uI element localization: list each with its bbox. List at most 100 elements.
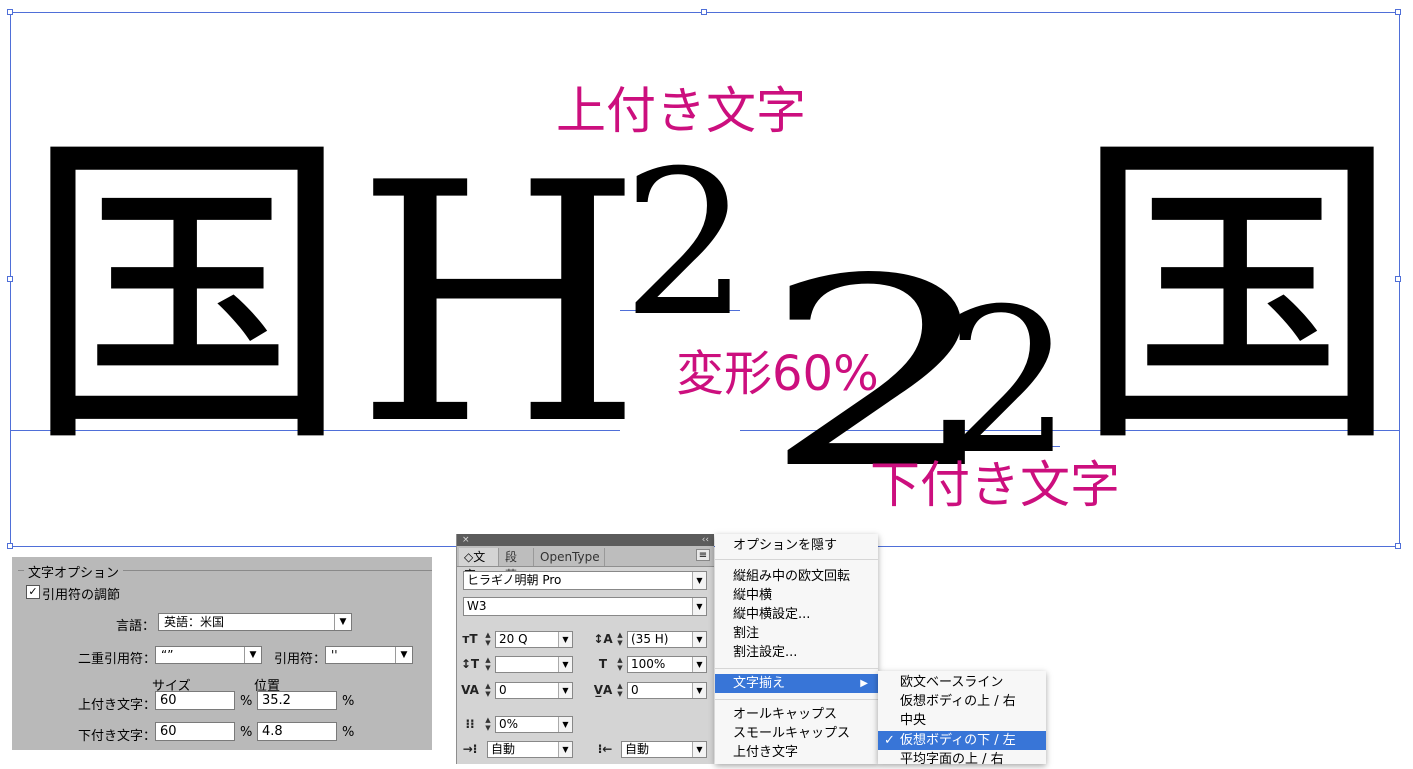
menu-item-warichu-settings[interactable]: 割注設定... — [715, 643, 878, 662]
language-select[interactable]: 英語：米国 ▼ — [158, 613, 352, 631]
single-quote-value: '' — [331, 648, 338, 662]
close-icon[interactable]: × — [462, 534, 470, 546]
double-quote-value: “” — [161, 648, 174, 662]
chevron-down-icon: ▼ — [558, 742, 572, 757]
glyph-kanji-right: 国 — [1072, 103, 1402, 487]
tracking-icon: V̲A — [593, 683, 613, 697]
menu-item-label: 文字揃え — [733, 676, 786, 691]
menu-separator — [715, 699, 878, 700]
chevron-down-icon: ▼ — [692, 742, 706, 757]
panel-menu-button[interactable]: ≡ — [696, 549, 710, 561]
chevron-down-icon: ▼ — [692, 632, 706, 647]
subscript-size-field[interactable]: 60 — [155, 722, 235, 741]
superscript-size-field[interactable]: 60 — [155, 691, 235, 710]
panel-title-bar[interactable]: × ‹‹ — [457, 534, 714, 546]
kerning-value: 0 — [499, 683, 507, 697]
menu-item-warichu[interactable]: 割注 — [715, 624, 878, 643]
resize-handle-middle-left[interactable] — [7, 276, 13, 282]
horizontal-scale-field[interactable]: 100% ▼ — [627, 656, 707, 673]
submenu-item-em-box-top-right[interactable]: 仮想ボディの上 / 右 — [878, 692, 1046, 711]
tsume-icon: ⁝⁝ — [465, 717, 475, 731]
resize-handle-top-center[interactable] — [701, 9, 707, 15]
resize-handle-bottom-right[interactable] — [1395, 543, 1401, 549]
character-options-dialog: 文字オプション ✓ 引用符の調節 言語： 英語：米国 ▼ 二重引用符： “” ▼… — [12, 557, 432, 750]
menu-separator — [715, 559, 878, 560]
percent-sign: % — [342, 725, 355, 740]
tsume-value: 0% — [499, 717, 519, 731]
submenu-item-center[interactable]: 中央 — [878, 711, 1046, 730]
font-size-value: 20 Q — [499, 632, 528, 646]
menu-item-tate-chu-yoko[interactable]: 縦中横 — [715, 586, 878, 605]
tsume-field[interactable]: 0% ▼ — [495, 716, 573, 733]
kerning-stepper[interactable]: ▲ ▼ — [483, 682, 493, 698]
subscript-label: 下付き文字： — [78, 729, 157, 744]
percent-sign: % — [240, 725, 253, 740]
tab-character[interactable]: ◇文字 — [459, 548, 499, 582]
check-icon: ✓ — [884, 733, 895, 748]
subscript-position-field[interactable]: 4.8 — [257, 722, 337, 741]
vertical-scale-icon: ↕T — [460, 657, 480, 671]
font-size-icon: ᴛT — [462, 632, 478, 646]
chevron-down-icon: ▼ — [558, 683, 572, 698]
percent-sign: % — [342, 694, 355, 709]
menu-item-all-caps[interactable]: オールキャップス — [715, 705, 878, 724]
menu-item-character-alignment[interactable]: 文字揃え ▶ — [715, 674, 878, 693]
resize-handle-top-right[interactable] — [1395, 9, 1401, 15]
tracking-value: 0 — [631, 683, 639, 697]
submenu-item-em-box-bottom-left[interactable]: ✓ 仮想ボディの下 / 左 — [878, 731, 1046, 750]
font-size-field[interactable]: 20 Q ▼ — [495, 631, 573, 648]
tracking-stepper[interactable]: ▲ ▼ — [615, 682, 625, 698]
chevron-down-icon: ▼ — [558, 657, 572, 672]
quotes-checkbox[interactable]: ✓ — [26, 585, 40, 599]
language-value: 英語：米国 — [164, 615, 225, 629]
label-superscript: 上付き文字 — [556, 82, 806, 140]
aki-left-select[interactable]: 自動 ▼ — [487, 741, 573, 758]
glyph-superscript-two: 2 — [622, 128, 750, 361]
tracking-field[interactable]: 0 ▼ — [627, 682, 707, 699]
horizontal-scale-stepper[interactable]: ▲ ▼ — [615, 656, 625, 672]
leading-value: (35 H) — [631, 632, 669, 646]
panel-flyout-menu: オプションを隠す 縦組み中の欧文回転 縦中横 縦中横設定... 割注 割注設定.… — [715, 534, 878, 764]
menu-item-tate-chu-yoko-settings[interactable]: 縦中横設定... — [715, 605, 878, 624]
vertical-scale-stepper[interactable]: ▲ ▼ — [483, 656, 493, 672]
glyph-subscript-two: 2 — [945, 266, 1073, 499]
panel-tabs: ◇文字 段落 OpenType — [457, 546, 714, 582]
single-quote-select[interactable]: '' ▼ — [325, 646, 413, 664]
menu-item-superscript[interactable]: 上付き文字 — [715, 743, 878, 762]
menu-item-rotate-roman[interactable]: 縦組み中の欧文回転 — [715, 567, 878, 586]
submenu-item-roman-baseline[interactable]: 欧文ベースライン — [878, 673, 1046, 692]
group-title: 文字オプション — [24, 562, 124, 581]
resize-handle-bottom-left[interactable] — [7, 543, 13, 549]
chevron-down-icon: ▼ — [692, 598, 706, 615]
aki-right-select[interactable]: 自動 ▼ — [621, 741, 707, 758]
glyph-h: H — [355, 113, 643, 497]
menu-item-small-caps[interactable]: スモールキャップス — [715, 724, 878, 743]
vertical-scale-field[interactable]: ▼ — [495, 656, 573, 673]
glyph-kanji-left: 国 — [22, 103, 352, 487]
chevron-down-icon: ▼ — [244, 647, 261, 663]
submenu-item-label: 仮想ボディの下 / 左 — [900, 733, 1016, 748]
chevron-down-icon: ▼ — [334, 614, 351, 630]
tsume-stepper[interactable]: ▲ ▼ — [483, 716, 493, 732]
label-scaled: 変形60% — [676, 346, 879, 402]
leading-stepper[interactable]: ▲ ▼ — [615, 631, 625, 647]
aki-left-icon: →⁝ — [462, 742, 478, 756]
resize-handle-top-left[interactable] — [7, 9, 13, 15]
menu-item-hide-options[interactable]: オプションを隠す — [715, 536, 878, 555]
collapse-icon[interactable]: ‹‹ — [702, 534, 709, 546]
superscript-label: 上付き文字： — [78, 698, 157, 713]
tab-opentype[interactable]: OpenType — [535, 548, 605, 566]
double-quote-select[interactable]: “” ▼ — [155, 646, 262, 664]
superscript-position-field[interactable]: 35.2 — [257, 691, 337, 710]
kerning-field[interactable]: 0 ▼ — [495, 682, 573, 699]
font-style-value: W3 — [467, 599, 487, 613]
kerning-icon: VA — [461, 683, 479, 697]
submenu-item-icf-top-right[interactable]: 平均字面の上 / 右 — [878, 750, 1046, 769]
quotes-checkbox-label[interactable]: 引用符の調節 — [42, 584, 120, 603]
font-family-select[interactable]: ヒラギノ明朝 Pro ▼ — [463, 571, 707, 590]
leading-field[interactable]: (35 H) ▼ — [627, 631, 707, 648]
font-size-stepper[interactable]: ▲ ▼ — [483, 631, 493, 647]
font-style-select[interactable]: W3 ▼ — [463, 597, 707, 616]
tab-paragraph[interactable]: 段落 — [500, 548, 534, 582]
chevron-down-icon: ▼ — [692, 572, 706, 589]
